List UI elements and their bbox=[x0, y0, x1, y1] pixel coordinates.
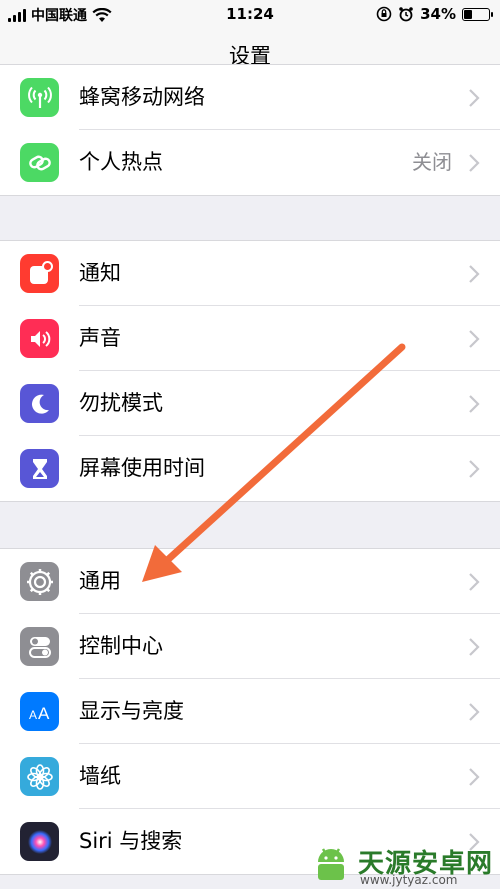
cellular-antenna-icon bbox=[20, 78, 59, 117]
watermark: 天源安卓网 www.jytyaz.com bbox=[310, 840, 493, 887]
settings-row-label: 个人热点 bbox=[79, 150, 163, 174]
settings-row[interactable]: 通知 bbox=[0, 241, 500, 306]
settings-row-label: 墙纸 bbox=[79, 764, 121, 788]
chevron-right-icon bbox=[469, 154, 480, 172]
settings-group-notifications: 通知声音勿扰模式屏幕使用时间 bbox=[0, 240, 500, 502]
settings-row-label: 通用 bbox=[79, 569, 121, 593]
flower-icon bbox=[20, 757, 59, 796]
hotspot-link-icon bbox=[20, 143, 59, 182]
chevron-right-icon bbox=[469, 89, 480, 107]
battery-percent: 34% bbox=[420, 5, 456, 23]
chevron-right-icon bbox=[469, 768, 480, 786]
status-bar: 中国联通 11:24 34% bbox=[0, 0, 500, 30]
siri-icon bbox=[20, 822, 59, 861]
notifications-icon bbox=[20, 254, 59, 293]
settings-row[interactable]: 蜂窝移动网络 bbox=[0, 65, 500, 130]
settings-row[interactable]: 屏幕使用时间 bbox=[0, 436, 500, 501]
chevron-right-icon bbox=[469, 638, 480, 656]
settings-group-general: 通用控制中心 A A 显示与亮度墙纸 Siri 与搜索 bbox=[0, 548, 500, 875]
alarm-icon bbox=[399, 7, 413, 22]
settings-row-label: 通知 bbox=[79, 261, 121, 285]
chevron-right-icon bbox=[469, 395, 480, 413]
watermark-logo-icon bbox=[318, 848, 344, 880]
orientation-lock-icon bbox=[376, 6, 392, 22]
hourglass-icon bbox=[20, 449, 59, 488]
settings-row[interactable]: 通用 bbox=[0, 549, 500, 614]
settings-row-label: 显示与亮度 bbox=[79, 699, 184, 723]
toggles-icon bbox=[20, 627, 59, 666]
settings-group-network: 蜂窝移动网络 个人热点 关闭 bbox=[0, 64, 500, 196]
gear-icon bbox=[20, 562, 59, 601]
settings-row-label: 控制中心 bbox=[79, 634, 163, 658]
watermark-url: www.jytyaz.com bbox=[360, 873, 458, 887]
settings-row[interactable]: A A 显示与亮度 bbox=[0, 679, 500, 744]
battery-icon bbox=[462, 7, 493, 21]
svg-text:A: A bbox=[29, 708, 37, 722]
settings-row-label: 声音 bbox=[79, 326, 121, 350]
settings-row[interactable]: 个人热点 关闭 bbox=[0, 130, 500, 195]
moon-icon bbox=[20, 384, 59, 423]
settings-row-label: 勿扰模式 bbox=[79, 391, 163, 415]
speaker-icon bbox=[20, 319, 59, 358]
settings-row-value: 关闭 bbox=[412, 150, 452, 174]
settings-row[interactable]: 控制中心 bbox=[0, 614, 500, 679]
svg-text:A: A bbox=[38, 704, 50, 723]
settings-row-label: Siri 与搜索 bbox=[79, 829, 183, 853]
chevron-right-icon bbox=[469, 330, 480, 348]
chevron-right-icon bbox=[469, 703, 480, 721]
settings-row[interactable]: 勿扰模式 bbox=[0, 371, 500, 436]
settings-row-label: 蜂窝移动网络 bbox=[79, 85, 205, 109]
chevron-right-icon bbox=[469, 573, 480, 591]
settings-row[interactable]: 墙纸 bbox=[0, 744, 500, 809]
text-size-icon: AA bbox=[20, 692, 59, 731]
chevron-right-icon bbox=[469, 460, 480, 478]
settings-row[interactable]: 声音 bbox=[0, 306, 500, 371]
chevron-right-icon bbox=[469, 265, 480, 283]
settings-row-label: 屏幕使用时间 bbox=[79, 456, 205, 480]
